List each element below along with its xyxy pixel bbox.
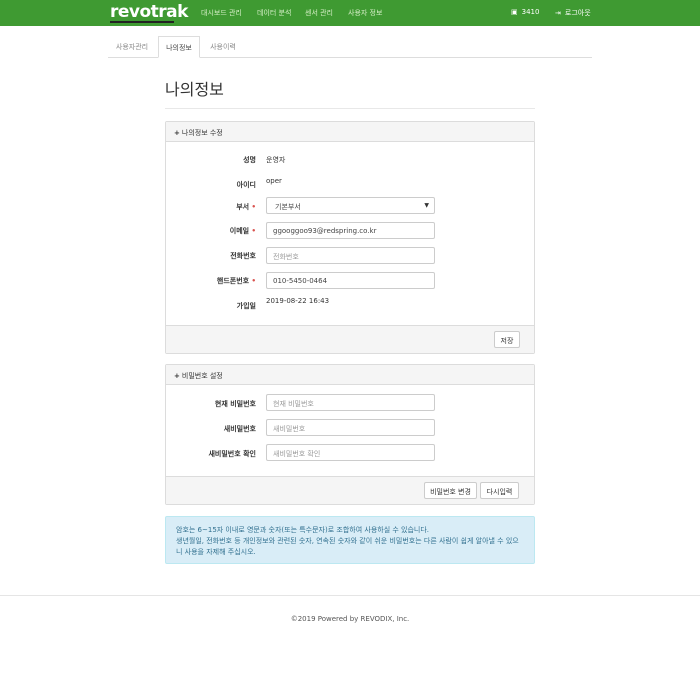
logout-link[interactable]: ⇥ 로그아웃 bbox=[555, 8, 591, 18]
id-value: oper bbox=[266, 177, 282, 185]
top-navbar: revotrak 대시보드 관리 데이터 분석 센서 관리 사용자 정보 ▣ 34… bbox=[0, 0, 700, 26]
footer-copyright: ©2019 Powered by REVODIX, Inc. bbox=[290, 615, 410, 623]
mobile-label: 핸드폰번호 • bbox=[166, 276, 256, 286]
email-input[interactable]: ggooggoo93@redspring.co.kr bbox=[266, 222, 435, 239]
tab-bar: 사용자관리 나의정보 사용이력 bbox=[108, 36, 592, 58]
logout-icon: ⇥ bbox=[555, 9, 561, 17]
password-panel: + 비밀번호 설정 현재 비밀번호 현재 비밀번호 새비밀번호 새비밀번호 새비밀… bbox=[165, 364, 535, 505]
footer-divider bbox=[0, 595, 700, 596]
nav-user-info[interactable]: 사용자 정보 bbox=[348, 8, 382, 18]
mobile-label-text: 핸드폰번호 bbox=[216, 277, 250, 285]
notice-line-2: 생년월일, 전화번호 등 개인정보와 관련된 숫자, 연속된 숫자와 같이 쉬운… bbox=[176, 537, 519, 556]
user-count[interactable]: ▣ 3410 bbox=[511, 8, 539, 16]
profile-panel-heading: + 나의정보 수정 bbox=[166, 122, 534, 142]
logo-underline bbox=[110, 21, 174, 23]
reset-button[interactable]: 다시입력 bbox=[480, 482, 519, 499]
profile-heading-text: 나의정보 수정 bbox=[181, 129, 223, 137]
nav-dashboard[interactable]: 대시보드 관리 bbox=[201, 8, 242, 18]
password-heading-text: 비밀번호 설정 bbox=[181, 372, 223, 380]
dept-label: 부서 • bbox=[166, 202, 256, 212]
required-marker: • bbox=[251, 277, 256, 285]
password-notice: 암호는 6~15자 이내로 영문과 숫자(또는 특수문자)로 조합하여 사용하실… bbox=[165, 516, 535, 564]
current-password-label: 현재 비밀번호 bbox=[214, 400, 256, 408]
phone-label: 전화번호 bbox=[230, 252, 256, 260]
page-title: 나의정보 bbox=[165, 80, 224, 99]
dropdown-caret-icon: ▼ bbox=[424, 202, 429, 209]
tab-my-info[interactable]: 나의정보 bbox=[158, 36, 200, 58]
confirm-password-input[interactable]: 새비밀번호 확인 bbox=[266, 444, 435, 461]
joined-label: 가입일 bbox=[236, 302, 256, 310]
notice-line-1: 암호는 6~15자 이내로 영문과 숫자(또는 특수문자)로 조합하여 사용하실… bbox=[176, 526, 430, 534]
name-value: 운영자 bbox=[266, 156, 286, 164]
email-label-text: 이메일 bbox=[229, 227, 250, 235]
plus-icon: + bbox=[174, 129, 180, 137]
profile-panel-footer: 저장 bbox=[166, 325, 534, 353]
confirm-password-label: 새비밀번호 확인 bbox=[208, 450, 256, 458]
password-panel-footer: 비밀번호 변경 다시입력 bbox=[166, 476, 534, 504]
joined-value: 2019-08-22 16:43 bbox=[266, 297, 330, 305]
mobile-input[interactable]: 010-5450-0464 bbox=[266, 272, 435, 289]
dept-label-text: 부서 bbox=[236, 203, 250, 211]
required-marker: • bbox=[251, 203, 256, 211]
new-password-label: 새비밀번호 bbox=[223, 425, 256, 433]
current-password-input[interactable]: 현재 비밀번호 bbox=[266, 394, 435, 411]
new-password-input[interactable]: 새비밀번호 bbox=[266, 419, 435, 436]
user-count-value: 3410 bbox=[521, 8, 540, 16]
plus-icon: + bbox=[174, 372, 180, 380]
title-divider bbox=[165, 108, 535, 109]
tab-user-management[interactable]: 사용자관리 bbox=[108, 36, 156, 58]
change-password-button[interactable]: 비밀번호 변경 bbox=[424, 482, 477, 499]
required-marker: • bbox=[251, 227, 256, 235]
tab-usage-history[interactable]: 사용이력 bbox=[202, 36, 244, 58]
id-card-icon: ▣ bbox=[511, 8, 518, 16]
phone-input[interactable]: 전화번호 bbox=[266, 247, 435, 264]
name-label: 성명 bbox=[243, 156, 256, 164]
password-panel-heading: + 비밀번호 설정 bbox=[166, 365, 534, 385]
nav-data-analysis[interactable]: 데이터 분석 bbox=[257, 8, 291, 18]
profile-panel: + 나의정보 수정 성명 운영자 아이디 oper 부서 • 기본부서 ▼ 이메일 … bbox=[165, 121, 535, 354]
logout-label: 로그아웃 bbox=[564, 9, 591, 17]
revotrak-logo[interactable]: revotrak bbox=[110, 2, 188, 22]
dept-selected: 기본부서 bbox=[275, 203, 301, 211]
save-button[interactable]: 저장 bbox=[494, 331, 520, 348]
dept-select[interactable]: 기본부서 ▼ bbox=[266, 197, 435, 214]
email-label: 이메일 • bbox=[166, 226, 256, 236]
id-label: 아이디 bbox=[236, 181, 256, 189]
nav-sensor-management[interactable]: 센서 관리 bbox=[305, 8, 333, 18]
